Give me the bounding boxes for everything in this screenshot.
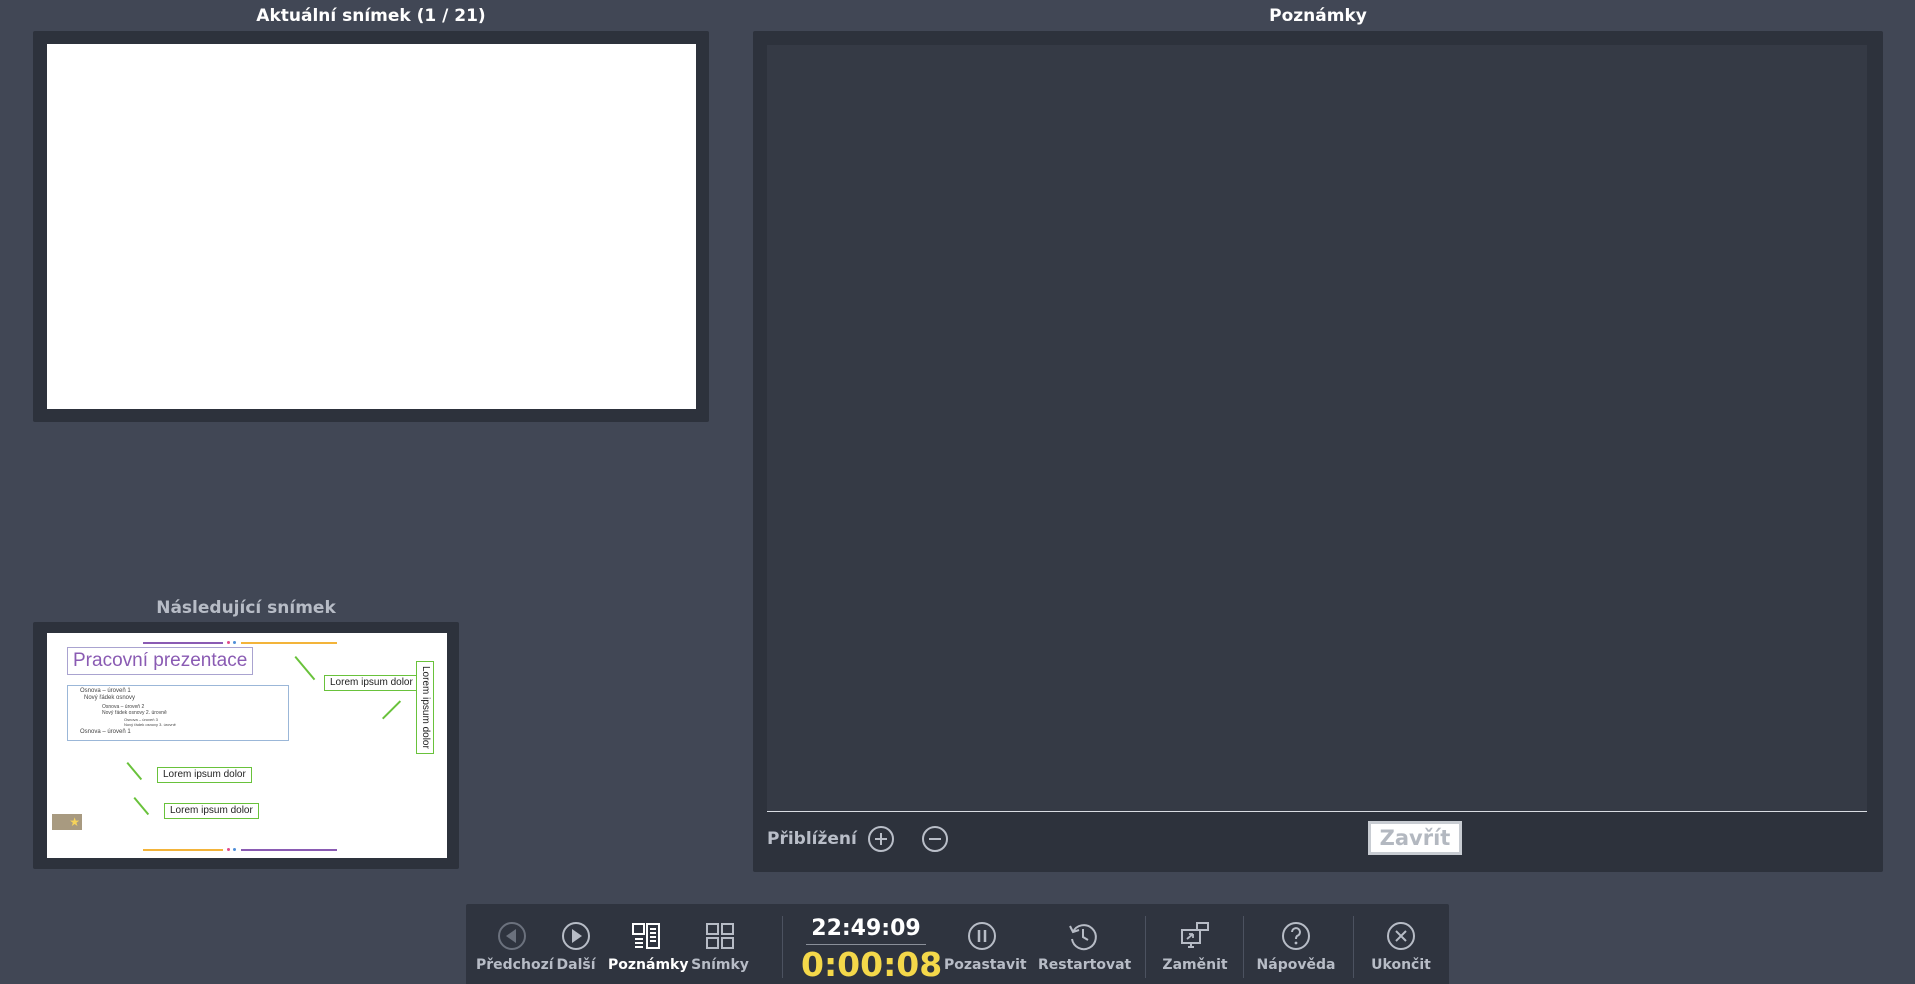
next-slide-heading: Následující snímek [156,598,336,618]
outline-line: Nový řádek osnovy 2. úrovně [102,710,167,716]
notes-panel: Přiblížení Zavřít [753,31,1883,872]
notes-view-label: Poznámky [608,957,689,973]
swap-button[interactable]: Zaměnit [1160,920,1230,974]
callout-leader [126,762,143,780]
outline-line: Osnova – úroveň 1 [80,688,131,694]
callout-leader [133,797,150,815]
current-slide-preview[interactable] [47,44,696,409]
zoom-label: Přiblížení [767,829,857,849]
toolbar-separator [1243,916,1244,978]
notes-text-area[interactable] [767,45,1867,812]
current-slide-panel [33,31,709,422]
outline-line: Nový řádek osnovy 3. úrovně [124,722,176,727]
restart-button[interactable]: Restartovat [1038,920,1132,974]
notes-view-button[interactable]: Poznámky [608,920,689,974]
slides-view-label: Snímky [691,957,749,973]
help-button[interactable]: Nápověda [1256,920,1336,974]
next-slide-panel: Pracovní prezentace Osnova – úroveň 1 No… [33,622,459,869]
slides-view-button[interactable]: Snímky [690,920,750,974]
top-decoration-dot [233,641,236,644]
restart-icon [1069,924,1097,951]
toolbar-separator [782,916,783,978]
zoom-out-button[interactable] [922,826,948,852]
next-label: Další [556,957,596,973]
previous-icon [498,922,526,950]
exit-button[interactable]: Ukončit [1366,920,1436,974]
help-label: Nápověda [1256,957,1336,973]
callout-leader [294,656,316,680]
close-notes-button[interactable]: Zavřít [1368,821,1462,855]
preview-title: Pracovní prezentace [67,647,254,675]
callout-leader [382,700,401,720]
restart-label: Restartovat [1038,957,1132,973]
outline-line: Nový řádek osnovy [84,695,136,701]
exit-label: Ukončit [1371,957,1431,973]
toolbar-separator [1145,916,1146,978]
notes-heading: Poznámky [1269,6,1367,26]
slides-grid-icon [706,923,734,949]
help-icon [1282,922,1310,950]
next-button[interactable]: Další [554,920,598,974]
close-icon [1387,922,1415,950]
swap-displays-icon [1181,922,1209,948]
zoom-in-button[interactable] [868,826,894,852]
callout: Lorem ipsum dolor [157,767,252,783]
bottom-decoration-line-left [143,849,223,851]
bottom-decoration-dot [227,848,230,851]
toolbar-separator [1353,916,1354,978]
callout: Lorem ipsum dolor [324,675,419,691]
elapsed-timer: 0:00:08 [801,945,943,984]
next-slide-preview[interactable]: Pracovní prezentace Osnova – úroveň 1 No… [47,633,447,858]
outline-line: Osnova – úroveň 1 [80,729,131,735]
logo-image: ★ [52,814,82,830]
pause-icon [968,922,996,950]
notes-view-icon [632,923,660,949]
bottom-decoration-line-right [241,849,337,851]
previous-button[interactable]: Předchozí [476,920,554,974]
presenter-toolbar: Předchozí Další Poznámky Snímky 22:49:09… [466,904,1449,984]
pause-label: Pozastavit [944,957,1027,973]
bottom-decoration-dot [233,848,236,851]
swap-label: Zaměnit [1162,957,1228,973]
star-icon: ★ [69,815,80,829]
callout: Lorem ipsum dolor [164,803,259,819]
top-decoration-line-right [241,642,337,644]
current-time: 22:49:09 [811,916,921,941]
current-slide-heading: Aktuální snímek (1 / 21) [256,6,486,26]
next-icon [562,922,590,950]
pause-button[interactable]: Pozastavit [944,920,1027,974]
top-decoration-line-left [143,642,223,644]
previous-label: Předchozí [476,957,554,973]
callout-vertical: Lorem ipsum dolor [416,661,434,754]
top-decoration-dot [227,641,230,644]
preview-outline: Osnova – úroveň 1 Nový řádek osnovy Osno… [67,685,289,741]
